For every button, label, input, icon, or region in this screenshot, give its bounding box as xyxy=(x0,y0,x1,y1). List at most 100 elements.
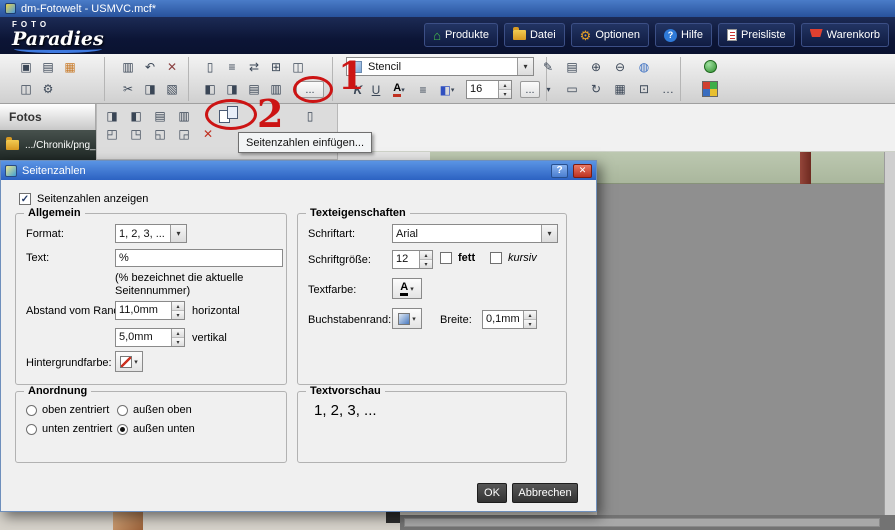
spin-up-icon[interactable]: ▴ xyxy=(172,302,184,311)
vertical-scrollbar[interactable] xyxy=(884,152,895,515)
spin-up-icon[interactable]: ▴ xyxy=(172,329,184,338)
textbox-c-icon[interactable]: ▤ xyxy=(150,107,170,124)
toolbar-separator xyxy=(680,57,681,101)
slideshow-icon[interactable]: ▭ xyxy=(562,80,582,97)
text-input[interactable]: % xyxy=(115,249,283,267)
nav-warenkorb-label: Warenkorb xyxy=(827,29,880,41)
nav-hilfe-button[interactable]: ? Hilfe xyxy=(655,23,712,47)
kursiv-label: kursiv xyxy=(508,252,537,264)
dialog-help-button[interactable]: ? xyxy=(551,164,568,178)
layout-grid-icon[interactable]: ◫ xyxy=(16,80,36,97)
zoom-out-icon[interactable]: ⊖ xyxy=(610,58,630,75)
hintergrundfarbe-button[interactable]: ▾ xyxy=(115,351,143,372)
photos-panel-header: Fotos xyxy=(0,104,96,130)
copy-icon[interactable]: ▥ xyxy=(118,58,138,75)
globe-icon[interactable]: ◍ xyxy=(634,58,654,75)
zoom-in-icon[interactable]: ⊕ xyxy=(586,58,606,75)
horizontal-scrollbar[interactable] xyxy=(404,518,880,527)
align-top-left-icon[interactable]: ◰ xyxy=(102,125,122,142)
outline-color-swatch-icon xyxy=(398,313,410,325)
schriftart-combobox[interactable]: Arial ▾ xyxy=(392,224,558,243)
web-globe-icon[interactable] xyxy=(700,58,720,75)
radio-unten-zentriert[interactable]: unten zentriert xyxy=(26,423,112,435)
nav-optionen-button[interactable]: ⚙ Optionen xyxy=(571,23,649,47)
nav-preisliste-button[interactable]: Preisliste xyxy=(718,23,795,47)
save-icon[interactable]: ▣ xyxy=(16,58,36,75)
spin-up-icon[interactable]: ▴ xyxy=(420,251,432,260)
chevron-down-icon[interactable]: ▾ xyxy=(170,225,186,242)
show-pagenumbers-checkbox[interactable]: ✓ Seitenzahlen anzeigen xyxy=(19,193,148,205)
spin-down-icon[interactable]: ▾ xyxy=(499,90,511,98)
settings-icon[interactable]: ⚙ xyxy=(38,80,58,97)
spin-up-icon[interactable]: ▴ xyxy=(524,311,536,320)
delete-icon[interactable]: ✕ xyxy=(162,58,182,75)
layout-b-icon[interactable]: ◨ xyxy=(222,80,242,97)
undo-icon[interactable]: ↶ xyxy=(140,58,160,75)
layout-a-icon[interactable]: ◧ xyxy=(200,80,220,97)
textbox-b-icon[interactable]: ◧ xyxy=(126,107,146,124)
chevron-down-icon[interactable]: ▾ xyxy=(541,225,557,242)
cut-icon[interactable]: ✂ xyxy=(118,80,138,97)
radio-oben-zentriert[interactable]: oben zentriert xyxy=(26,404,109,416)
photo-grid-icon[interactable]: ▦ xyxy=(610,80,630,97)
radio-aussen-unten[interactable]: außen unten xyxy=(117,423,195,435)
fett-checkbox[interactable]: fett xyxy=(440,252,475,264)
font-size-spinner[interactable]: 16 ▴▾ xyxy=(466,80,512,99)
align-bottom-left-icon[interactable]: ◱ xyxy=(150,125,170,142)
nav-warenkorb-button[interactable]: Warenkorb xyxy=(801,23,889,47)
align-text-icon[interactable]: ≡ xyxy=(414,81,432,98)
format-combobox[interactable]: 1, 2, 3, ... ▾ xyxy=(115,224,187,243)
textfarbe-button[interactable]: A ▾ xyxy=(392,278,422,299)
dialog-titlebar[interactable]: Seitenzahlen ? ✕ xyxy=(1,161,596,180)
spin-down-icon[interactable]: ▾ xyxy=(172,338,184,346)
nav-produkte-button[interactable]: ⌂ Produkte xyxy=(424,23,498,47)
swap-pages-icon[interactable]: ⇄ xyxy=(244,58,264,75)
rotate-icon[interactable]: ↻ xyxy=(586,80,606,97)
textbox-a-icon[interactable]: ◨ xyxy=(102,107,122,124)
text-color-button[interactable]: A ▾ xyxy=(386,81,412,98)
palette-icon[interactable] xyxy=(700,80,720,97)
new-project-icon[interactable]: ▤ xyxy=(38,58,58,75)
frame-icon[interactable]: ⊡ xyxy=(634,80,654,97)
toolbar-separator xyxy=(332,57,333,101)
cancel-button[interactable]: Abbrechen xyxy=(512,483,578,503)
add-photos-icon[interactable]: ▤ xyxy=(562,58,582,75)
text-more-button[interactable]: ... xyxy=(520,81,540,98)
abstand-horizontal-spinner[interactable]: 11,0mm ▴▾ xyxy=(115,301,185,320)
nav-datei-button[interactable]: Datei xyxy=(504,23,565,47)
buchstabenrand-button[interactable]: ▾ xyxy=(392,308,422,329)
ok-button[interactable]: OK xyxy=(477,483,507,503)
spinner-buttons: ▴▾ xyxy=(419,251,432,268)
chevron-down-icon[interactable]: ▾ xyxy=(542,81,555,98)
spin-down-icon[interactable]: ▾ xyxy=(420,260,432,268)
textbox-d-icon[interactable]: ▥ xyxy=(174,107,194,124)
paste-icon[interactable]: ▧ xyxy=(162,80,182,97)
edit-text-icon[interactable]: ✎ xyxy=(538,58,558,75)
blank-page-icon[interactable]: ▯ xyxy=(300,107,320,124)
grid-icon[interactable]: ◫ xyxy=(288,58,308,75)
align-top-right-icon[interactable]: ◳ xyxy=(126,125,146,142)
foto-more-button[interactable]: … xyxy=(658,80,678,97)
table-icon[interactable]: ⊞ xyxy=(266,58,286,75)
stencil-combobox[interactable]: Stencil ▾ xyxy=(346,57,534,76)
spin-down-icon[interactable]: ▾ xyxy=(172,311,184,319)
kursiv-checkbox[interactable]: kursiv xyxy=(490,252,537,264)
spin-up-icon[interactable]: ▴ xyxy=(499,81,511,90)
page-icon[interactable]: ▯ xyxy=(200,58,220,75)
fill-color-button[interactable]: ◧ ▾ xyxy=(434,81,460,98)
spin-down-icon[interactable]: ▾ xyxy=(524,320,536,328)
breite-spinner[interactable]: 0,1mm ▴▾ xyxy=(482,310,537,329)
photo-icon[interactable]: ▦ xyxy=(60,58,80,75)
align-bottom-right-icon[interactable]: ◲ xyxy=(174,125,194,142)
breite-label: Breite: xyxy=(440,314,472,326)
schriftgroesse-spinner[interactable]: 12 ▴▾ xyxy=(392,250,433,269)
list-icon[interactable]: ≡ xyxy=(222,58,242,75)
dialog-close-button[interactable]: ✕ xyxy=(573,164,592,178)
radio-aussen-oben[interactable]: außen oben xyxy=(117,404,192,416)
underline-button[interactable]: U xyxy=(368,81,384,98)
duplicate-icon[interactable]: ◨ xyxy=(140,80,160,97)
green-globe-icon xyxy=(704,60,717,73)
remove-icon[interactable]: ✕ xyxy=(198,125,218,142)
chevron-down-icon[interactable]: ▾ xyxy=(517,58,533,75)
abstand-vertikal-spinner[interactable]: 5,0mm ▴▾ xyxy=(115,328,185,347)
